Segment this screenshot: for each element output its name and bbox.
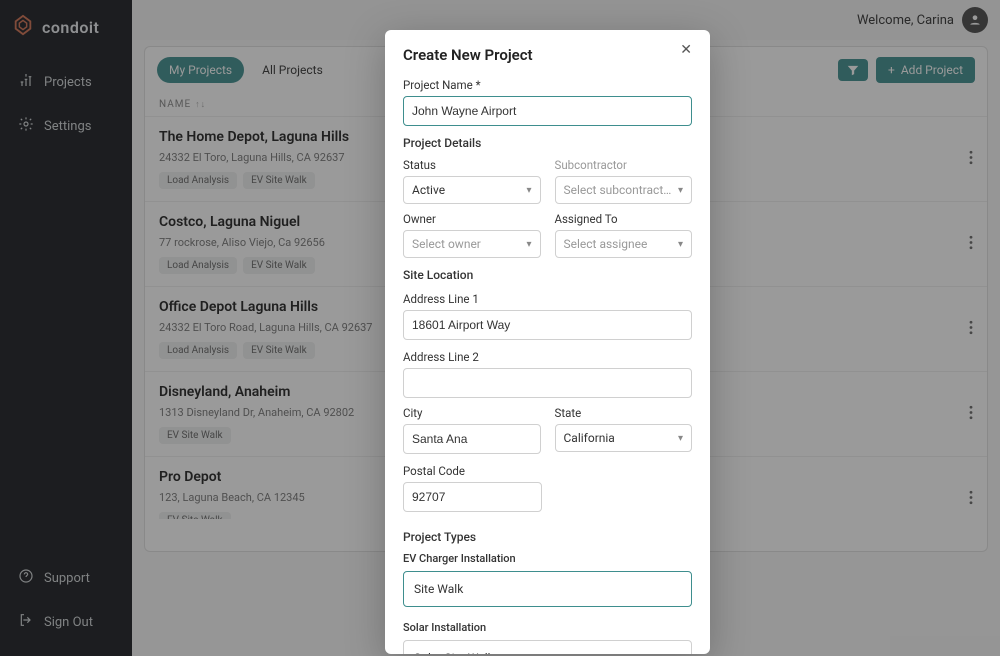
ev-sitewalk-option[interactable]: Site Walk [403, 571, 692, 607]
assigned-label: Assigned To [555, 212, 693, 226]
ev-sitewalk-text: Site Walk [414, 582, 463, 596]
assigned-placeholder: Select assignee [564, 237, 648, 251]
city-input[interactable] [403, 424, 541, 454]
state-label: State [555, 406, 693, 420]
owner-select[interactable]: Select owner ▾ [403, 230, 541, 258]
create-project-modal: ✕ Create New Project Project Name * Proj… [385, 30, 710, 654]
project-name-input[interactable] [403, 96, 692, 126]
status-select[interactable]: Active ▾ [403, 176, 541, 204]
state-value: California [564, 431, 615, 445]
postal-input[interactable] [403, 482, 542, 512]
project-details-section: Project Details [403, 136, 692, 150]
state-select[interactable]: California ▾ [555, 424, 693, 452]
postal-label: Postal Code [403, 464, 692, 478]
status-label: Status [403, 158, 541, 172]
subcontractor-placeholder: Select subcontract… [564, 183, 672, 197]
subcontractor-select[interactable]: Select subcontract… ▾ [555, 176, 693, 204]
chevron-down-icon: ▾ [678, 433, 683, 444]
solar-sitewalk-text: Solar Site Walk [414, 651, 494, 654]
ev-charger-label: EV Charger Installation [403, 552, 692, 565]
chevron-down-icon: ▾ [678, 185, 683, 196]
city-label: City [403, 406, 541, 420]
owner-placeholder: Select owner [412, 237, 481, 251]
project-name-label: Project Name * [403, 78, 692, 92]
close-icon[interactable]: ✕ [674, 40, 698, 60]
chevron-down-icon: ▾ [678, 239, 683, 250]
status-value: Active [412, 183, 445, 197]
address2-label: Address Line 2 [403, 350, 692, 364]
modal-title: Create New Project [403, 46, 692, 64]
address1-input[interactable] [403, 310, 692, 340]
chevron-down-icon: ▾ [526, 239, 531, 250]
project-types-section: Project Types [403, 530, 692, 544]
assigned-select[interactable]: Select assignee ▾ [555, 230, 693, 258]
owner-label: Owner [403, 212, 541, 226]
solar-label: Solar Installation [403, 621, 692, 634]
site-location-section: Site Location [403, 268, 692, 282]
address2-input[interactable] [403, 368, 692, 398]
chevron-down-icon: ▾ [526, 185, 531, 196]
subcontractor-label: Subcontractor [555, 158, 693, 172]
solar-sitewalk-option[interactable]: Solar Site Walk [403, 640, 692, 654]
address1-label: Address Line 1 [403, 292, 692, 306]
